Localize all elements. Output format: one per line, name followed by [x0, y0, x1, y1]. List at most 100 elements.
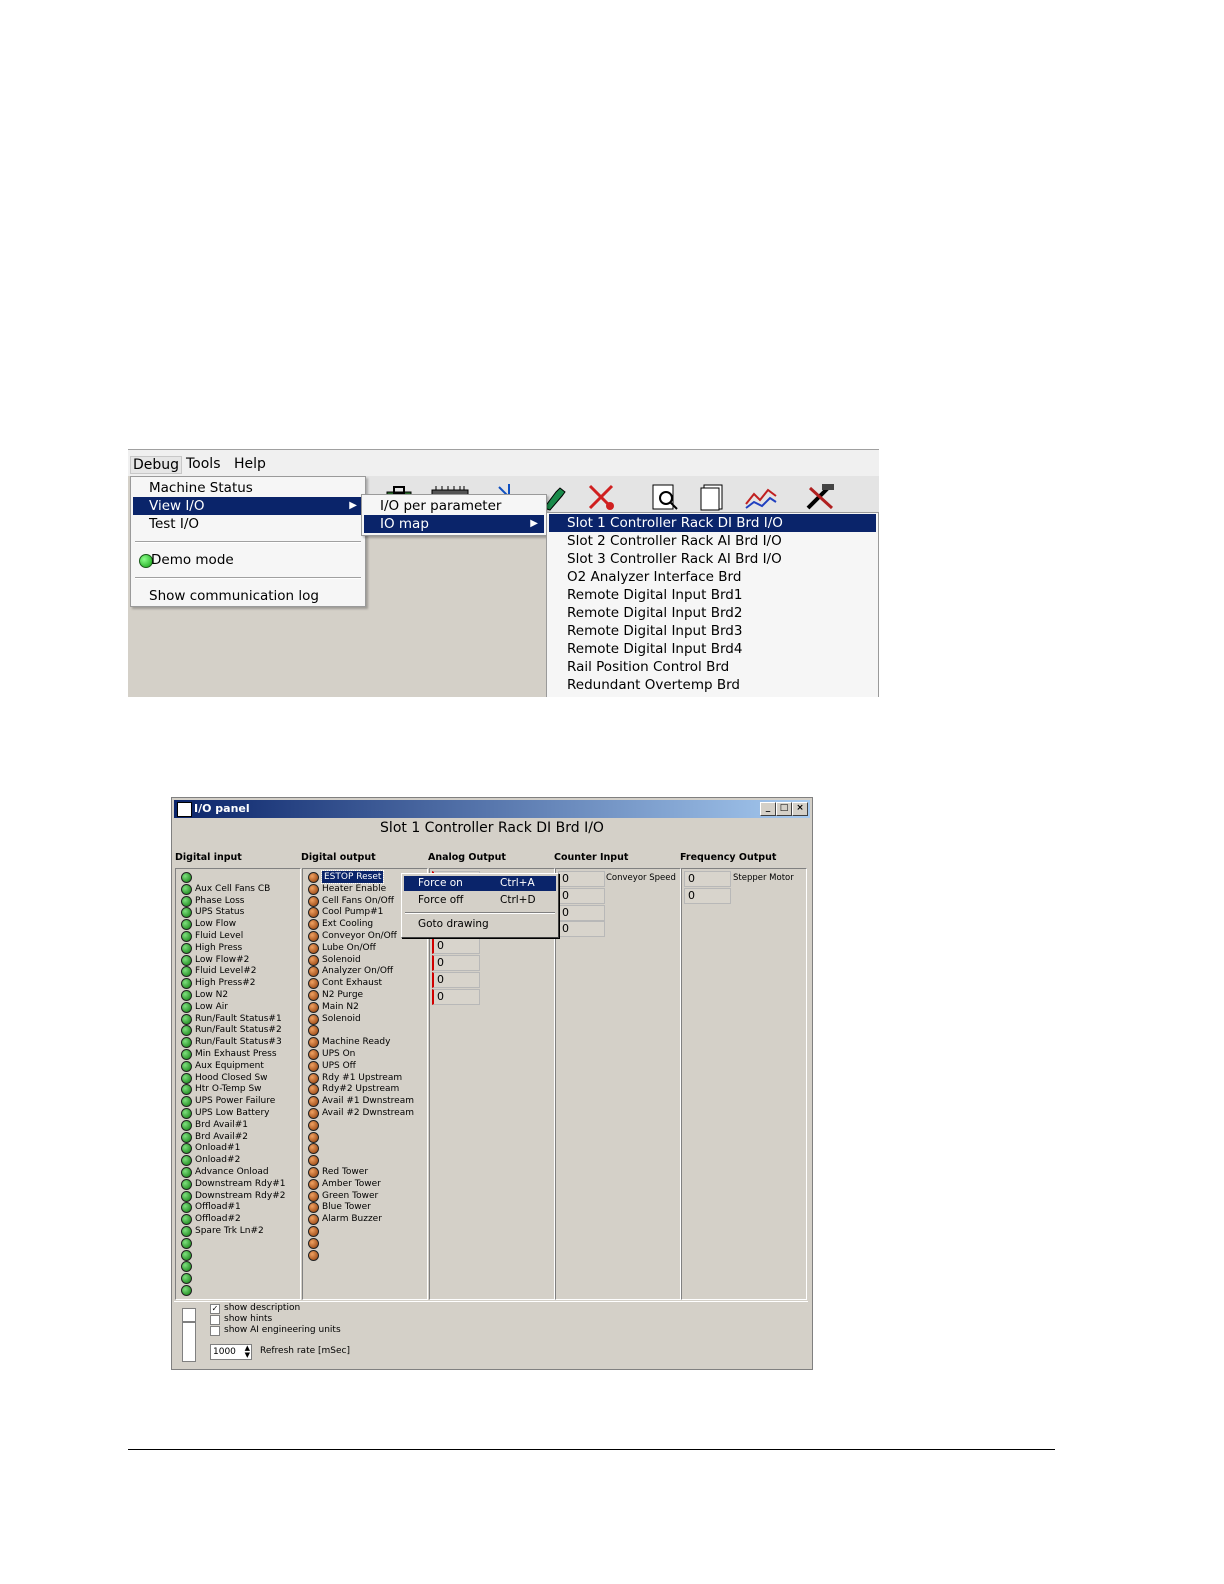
col-header-counter-input: Counter Input [554, 852, 629, 863]
status-led-icon [181, 1013, 192, 1025]
digital-input-label: Brd Avail#1 [195, 1119, 249, 1130]
analog-output-value-box[interactable]: 0 [432, 938, 480, 955]
menu-item-label: IO map [380, 516, 429, 532]
vertical-slider[interactable] [182, 1322, 196, 1362]
status-led-icon [308, 1249, 319, 1261]
minimize-button[interactable]: _ [760, 802, 776, 816]
io-map-submenu: Slot 1 Controller Rack DI Brd I/O Slot 2… [546, 512, 879, 697]
status-led-icon [181, 1072, 192, 1084]
menu-help-label: Help [234, 456, 266, 472]
scroll-box[interactable] [182, 1308, 196, 1322]
magnify-doc-icon[interactable] [650, 482, 680, 512]
menu-item-redundant-overtemp[interactable]: Redundant Overtemp Brd [549, 676, 876, 694]
menu-item-remote-di-3[interactable]: Remote Digital Input Brd3 [549, 622, 876, 640]
refresh-rate-label: Refresh rate [mSec] [260, 1346, 350, 1356]
digital-output-label: Green Tower [322, 1190, 379, 1201]
show-ai-units-checkbox[interactable] [210, 1326, 220, 1336]
status-led-icon [308, 1178, 319, 1190]
menu-item-label: Force on [418, 877, 463, 889]
status-led-icon [181, 1261, 192, 1273]
counter-input-value-box[interactable]: 0 [558, 871, 605, 887]
hammer-wrench-icon[interactable] [804, 482, 834, 512]
menu-item-goto-drawing[interactable]: Goto drawing [404, 917, 556, 932]
analog-output-value-box[interactable]: 0 [432, 971, 480, 988]
frequency-output-list: Stepper Motor 0 0 [681, 868, 807, 1300]
menu-item-force-on[interactable]: Force on Ctrl+A [404, 876, 556, 891]
menu-item-o2-analyzer[interactable]: O2 Analyzer Interface Brd [549, 568, 876, 586]
spin-arrows-icon[interactable]: ▲ ▼ [245, 1345, 250, 1359]
status-led-icon [181, 1025, 192, 1037]
show-hints-checkbox[interactable] [210, 1315, 220, 1325]
menu-item-remote-di-4[interactable]: Remote Digital Input Brd4 [549, 640, 876, 658]
menu-item-machine-status[interactable]: Machine Status [133, 479, 363, 497]
menu-item-label: Remote Digital Input Brd1 [567, 587, 743, 603]
status-led-icon [308, 966, 319, 978]
digital-output-label: Solenoid [322, 1013, 361, 1024]
menu-item-force-off[interactable]: Force off Ctrl+D [404, 893, 556, 908]
menu-item-demo-mode[interactable]: Demo mode [133, 551, 363, 569]
digital-input-label: Advance Onload [195, 1167, 269, 1177]
menu-item-test-io[interactable]: Test I/O [133, 515, 363, 533]
menu-item-label: Force off [418, 894, 464, 906]
menu-item-remote-di-2[interactable]: Remote Digital Input Brd2 [549, 604, 876, 622]
refresh-rate-input[interactable]: 1000 ▲ ▼ [210, 1344, 252, 1360]
digital-input-label: Phase Loss [195, 895, 245, 906]
counter-input-value-box[interactable]: 0 [558, 921, 605, 938]
analog-output-value-box[interactable]: 0 [432, 955, 480, 971]
status-led-icon [308, 1131, 319, 1143]
frequency-output-value-box[interactable]: 0 [684, 887, 731, 904]
submenu-arrow-icon: ▶ [349, 500, 357, 511]
menu-item-remote-di-1[interactable]: Remote Digital Input Brd1 [549, 586, 876, 604]
menu-item-slot3-ai[interactable]: Slot 3 Controller Rack AI Brd I/O [549, 550, 876, 568]
menu-item-io-map[interactable]: IO map ▶ [364, 515, 544, 533]
menu-item-slot2-ai[interactable]: Slot 2 Controller Rack AI Brd I/O [549, 532, 876, 550]
col-header-analog-output: Analog Output [428, 852, 506, 863]
menu-tools[interactable]: Tools [186, 456, 221, 472]
status-led-icon [181, 1178, 192, 1190]
show-description-checkbox[interactable]: ✓ [210, 1304, 220, 1314]
status-led-icon [181, 1108, 192, 1119]
digital-input-label: Spare Trk Ln#2 [195, 1226, 264, 1236]
close-button[interactable]: × [792, 802, 808, 816]
digital-output-label: UPS Off [322, 1060, 356, 1071]
menu-item-slot1-di[interactable]: Slot 1 Controller Rack DI Brd I/O [549, 514, 876, 532]
menu-bar: Debug Tools Help [128, 450, 879, 476]
digital-output-label: N2 Purge [322, 990, 364, 1000]
counter-input-value-box[interactable]: 0 [558, 887, 605, 904]
col-header-digital-input: Digital input [175, 852, 242, 863]
status-led-icon [308, 872, 319, 883]
digital-input-label: Downstream Rdy#1 [195, 1178, 286, 1189]
status-led-icon [308, 1096, 319, 1108]
show-description-label: show description [224, 1303, 301, 1313]
status-led-icon [308, 1037, 319, 1049]
menu-item-label: Slot 2 Controller Rack AI Brd I/O [567, 533, 782, 549]
analog-output-value: 0 [437, 972, 444, 986]
digital-input-label: Brd Avail#2 [195, 1131, 249, 1142]
trend-chart-icon[interactable] [744, 482, 777, 512]
menu-item-label: Slot 1 Controller Rack DI Brd I/O [567, 515, 783, 531]
pages-icon[interactable] [698, 482, 728, 512]
status-led-icon [181, 919, 192, 931]
menu-item-rail-position[interactable]: Rail Position Control Brd [549, 658, 876, 676]
menu-item-view-io[interactable]: View I/O ▶ [133, 497, 363, 515]
io-panel-window: I/O panel _ □ × Slot 1 Controller Rack D… [171, 797, 813, 1370]
frequency-output-value-box[interactable]: 0 [684, 871, 731, 887]
status-led-icon [308, 1190, 319, 1202]
maximize-button[interactable]: □ [776, 802, 792, 816]
counter-input-value: 0 [562, 888, 569, 902]
digital-input-label: Min Exhaust Press [195, 1049, 277, 1059]
digital-input-label: Offload#2 [195, 1214, 241, 1225]
counter-input-value-box[interactable]: 0 [558, 904, 605, 921]
analog-output-value-box[interactable]: 0 [432, 988, 480, 1005]
menu-item-io-per-parameter[interactable]: I/O per parameter [364, 497, 544, 515]
digital-input-label: UPS Low Battery [195, 1108, 270, 1118]
digital-output-label: Analyzer On/Off [322, 966, 394, 977]
panel-options: ✓ show description show hints show AI en… [174, 1301, 808, 1368]
menu-item-label: Rail Position Control Brd [567, 659, 730, 675]
menu-item-show-communication-log[interactable]: Show communication log [133, 587, 363, 605]
menu-help[interactable]: Help [234, 456, 266, 472]
status-led-icon [181, 883, 192, 895]
analog-output-value: 0 [437, 939, 444, 953]
menu-debug[interactable]: Debug [130, 456, 183, 474]
cross-tools-icon[interactable] [586, 482, 616, 512]
